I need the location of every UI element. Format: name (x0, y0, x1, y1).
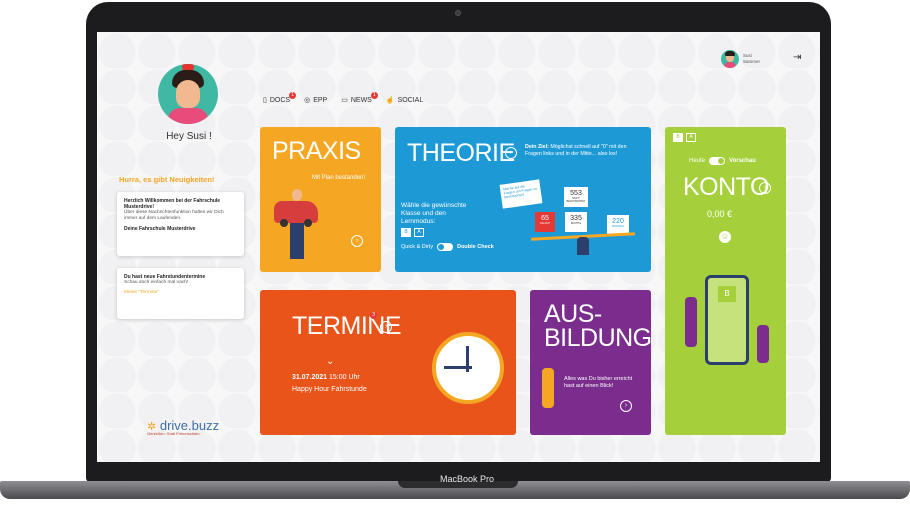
class-a-toggle[interactable]: A (414, 228, 424, 237)
theorie-title: THEORIE (407, 139, 515, 167)
phone-letter: B (718, 286, 736, 302)
logout-icon[interactable]: ⇥ (793, 52, 801, 63)
greeting: Hey Susi ! (166, 131, 212, 142)
clock-illustration (432, 332, 504, 404)
news-card-title: Herzlich Willkommen bei der Fahrschule M… (124, 198, 221, 210)
check-circle-icon: ◎ (304, 97, 311, 104)
tile-praxis[interactable]: PRAXIS Mit Plan bestanden! › (260, 127, 381, 272)
news-card-welcome[interactable]: Herzlich Willkommen bei der Fahrschule M… (117, 192, 244, 256)
termine-event: Happy Hour Fahrstunde (292, 386, 367, 393)
konto-class-b[interactable]: B (673, 133, 683, 142)
konto-today-label: Heute (689, 158, 706, 164)
stat-wrong-value: 65 (541, 215, 549, 222)
class-b-toggle[interactable]: B (401, 228, 411, 237)
smiley-icon: ☺ (719, 231, 731, 243)
news-card-body: Über diese Nachrichtenfunktion halten wi… (124, 210, 224, 221)
stat-wrong-label: FALSCH (540, 222, 550, 225)
news-badge: 1 (370, 92, 378, 99)
stat-unanswered-value: 553 (570, 190, 582, 197)
ausbildung-subtitle: Alles was Du bisher erreicht hast auf ei… (564, 376, 633, 389)
nav-epp[interactable]: ◎ EPP (304, 96, 328, 105)
praxis-title: PRAXIS (272, 137, 361, 165)
nav-social[interactable]: ☝ SOCIAL (385, 96, 424, 105)
thumbs-up-icon: ☝ (385, 97, 395, 104)
stat-correct-label: RICHTIG (570, 222, 582, 225)
nav-epp-label: EPP (313, 96, 328, 104)
stat-unanswered-label: NICHT BEANTWORTET (566, 197, 586, 203)
konto-amount: 0,00 € (707, 209, 733, 219)
konto-preview-label: Vorschau (729, 158, 756, 164)
device-label: MacBook Pro (440, 474, 495, 484)
news-heading: Hurra, es gibt Neuigkeiten! (119, 175, 215, 184)
termine-link[interactable]: Meine "Termine" (124, 290, 237, 295)
termine-badge: 3 (370, 312, 377, 319)
nav-news-label: NEWS (350, 96, 372, 104)
person-with-car-illustration (270, 189, 330, 261)
phone-illustration: B (705, 275, 749, 365)
stat-wrong[interactable]: 65 FALSCH (535, 212, 555, 232)
theorie-choose-text: Wähle die gewünschte Klasse und den Lern… (401, 202, 467, 225)
person-illustration-left (685, 297, 697, 347)
stat-again-value: 220 (612, 218, 624, 225)
tile-theorie[interactable]: THEORIE › Dein Ziel: Möglichst schnell a… (395, 127, 651, 272)
praxis-arrow-icon[interactable]: › (351, 235, 363, 247)
top-nav: ▯ DOCS 1 ◎ EPP ▭ NEWS 1 ☝ SOCIAL (263, 92, 424, 105)
nav-docs[interactable]: ▯ DOCS 1 (263, 92, 297, 104)
user-last-name: Sammer (743, 59, 761, 64)
ausbildung-arrow-icon[interactable]: › (620, 400, 632, 412)
theorie-hint-bubble: Mache auf die Fragen um Fragen zu beantw… (499, 179, 543, 209)
news-card-appointments[interactable]: Du hast neue Fahrstundentermine Schau do… (117, 268, 244, 319)
praxis-subtitle: Mit Plan bestanden! (312, 175, 366, 181)
docs-badge: 1 (289, 92, 297, 99)
chat-icon: ▭ (341, 97, 348, 104)
mode-quick-label: Quick & Dirty (401, 244, 434, 250)
person-illustration-right (757, 325, 769, 363)
scale-base (577, 237, 589, 255)
termine-arrow-icon[interactable]: › (380, 321, 392, 333)
drivebuzz-logo[interactable]: ✲ drive.buzz Genießen. Statt Führerschei… (147, 418, 219, 436)
chevron-down-icon: ⌄ (326, 356, 335, 367)
nav-docs-label: DOCS (269, 96, 291, 104)
news-card-body: Schau doch einfach mal nach! (124, 280, 189, 285)
nav-news[interactable]: ▭ NEWS 1 (341, 92, 378, 104)
mode-double-label: Double Check (457, 244, 494, 250)
ausbildung-title-2: BILDUNG (544, 324, 651, 352)
avatar[interactable] (158, 64, 218, 124)
nav-social-label: SOCIAL (397, 96, 424, 104)
konto-class-a[interactable]: A (686, 133, 696, 142)
user-avatar[interactable] (721, 50, 739, 68)
camera-icon (455, 10, 461, 16)
stat-unanswered[interactable]: 553 NICHT BEANTWORTET (564, 187, 588, 207)
tile-ausbildung[interactable]: AUS- BILDUNG Alles was Du bisher erreich… (530, 290, 651, 435)
konto-preview-switch[interactable] (709, 157, 726, 165)
termine-time: 15:00 Uhr (329, 374, 360, 381)
stat-correct[interactable]: 335 RICHTIG (565, 212, 587, 232)
konto-title: KONTO (683, 173, 769, 201)
document-icon: ▯ (263, 97, 267, 104)
tile-termine[interactable]: TERMINE 3 › ⌄ 31.07.2021 15:00 Uhr Happy… (260, 290, 516, 435)
stat-again-label: NOCHMAL (611, 225, 625, 228)
tile-konto[interactable]: B A Heute Vorschau KONTO › 0,00 € ☺ B (665, 127, 786, 435)
news-card-signature: Deine Fahrschule Musterdrive (124, 226, 196, 232)
theorie-goal-bold: Dein Ziel: (525, 144, 549, 150)
stat-correct-value: 335 (570, 215, 582, 222)
konto-arrow-icon[interactable]: › (759, 182, 771, 194)
theorie-arrow-icon[interactable]: › (505, 147, 517, 159)
ausbildung-title-1: AUS- (544, 300, 602, 328)
app-screen: Susi Sammer ⇥ Hey Susi ! Hurra, es gibt … (97, 32, 820, 462)
termine-date: 31.07.2021 (292, 374, 328, 381)
mode-switch[interactable] (437, 243, 454, 251)
user-name: Susi Sammer (743, 53, 760, 65)
climber-illustration (542, 368, 554, 408)
